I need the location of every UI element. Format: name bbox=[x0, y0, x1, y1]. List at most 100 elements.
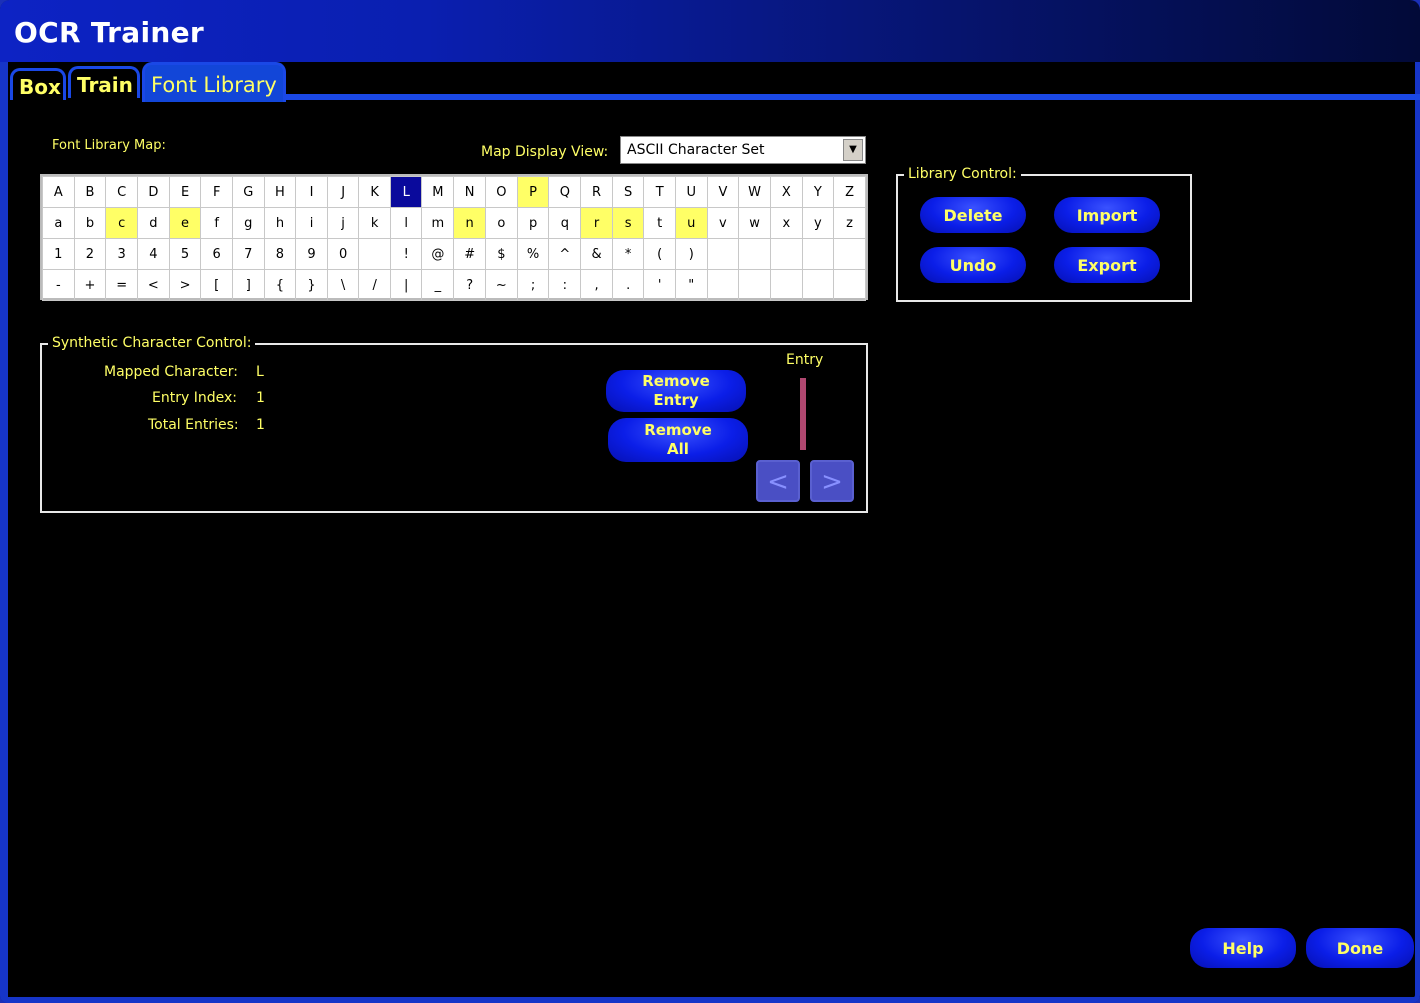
char-map-cell[interactable]: B bbox=[73, 176, 107, 208]
char-map-cell[interactable]: M bbox=[421, 176, 455, 208]
char-map-cell[interactable] bbox=[706, 238, 740, 270]
char-map-cell[interactable]: & bbox=[580, 238, 613, 270]
char-map-cell[interactable]: X bbox=[770, 176, 803, 208]
char-map-cell[interactable]: * bbox=[611, 238, 645, 270]
import-button[interactable]: Import bbox=[1054, 197, 1160, 233]
char-map-cell[interactable]: s bbox=[611, 207, 645, 239]
char-map-cell[interactable]: w bbox=[738, 207, 771, 239]
char-map-cell[interactable]: e bbox=[168, 207, 202, 239]
char-map-cell[interactable]: F bbox=[200, 176, 233, 208]
tab-train[interactable]: Train bbox=[68, 66, 140, 98]
char-map-cell[interactable]: % bbox=[516, 238, 550, 270]
char-map-cell[interactable]: G bbox=[231, 176, 265, 208]
map-display-view-select[interactable]: ASCII Character Set ▼ bbox=[620, 136, 866, 164]
char-map-cell[interactable]: 4 bbox=[137, 238, 170, 270]
char-map-cell[interactable]: S bbox=[611, 176, 645, 208]
char-map-cell[interactable]: I bbox=[295, 176, 328, 208]
char-map-cell[interactable] bbox=[738, 238, 771, 270]
char-map-cell[interactable]: R bbox=[580, 176, 613, 208]
previous-entry-button[interactable]: < bbox=[756, 460, 800, 502]
remove-all-button[interactable]: Remove All bbox=[608, 418, 748, 462]
char-map-cell[interactable]: W bbox=[738, 176, 771, 208]
char-map-cell[interactable]: D bbox=[137, 176, 170, 208]
char-map-cell[interactable]: : bbox=[548, 269, 582, 301]
char-map-cell[interactable]: [ bbox=[200, 269, 233, 301]
char-map-cell[interactable]: $ bbox=[485, 238, 518, 270]
export-button[interactable]: Export bbox=[1054, 247, 1160, 283]
char-map-cell[interactable]: ( bbox=[643, 238, 676, 270]
char-map-cell[interactable]: Y bbox=[801, 176, 835, 208]
char-map-cell[interactable]: " bbox=[674, 269, 708, 301]
char-map-cell[interactable]: b bbox=[73, 207, 107, 239]
char-map-cell[interactable]: K bbox=[358, 176, 391, 208]
char-map-cell[interactable] bbox=[706, 269, 740, 301]
char-map-cell[interactable]: d bbox=[137, 207, 170, 239]
char-map-cell[interactable]: q bbox=[548, 207, 582, 239]
delete-button[interactable]: Delete bbox=[920, 197, 1026, 233]
char-map-cell[interactable]: m bbox=[421, 207, 455, 239]
char-map-cell[interactable]: t bbox=[643, 207, 676, 239]
char-map-cell[interactable]: ; bbox=[516, 269, 550, 301]
char-map-cell[interactable]: 7 bbox=[231, 238, 265, 270]
char-map-cell[interactable]: + bbox=[73, 269, 107, 301]
char-map-cell[interactable]: 6 bbox=[200, 238, 233, 270]
char-map-cell[interactable]: v bbox=[706, 207, 740, 239]
char-map-cell[interactable]: 5 bbox=[168, 238, 202, 270]
remove-entry-button[interactable]: Remove Entry bbox=[606, 370, 746, 412]
char-map-cell[interactable] bbox=[358, 238, 391, 270]
char-map-cell[interactable]: o bbox=[485, 207, 518, 239]
char-map-cell[interactable]: 8 bbox=[263, 238, 297, 270]
help-button[interactable]: Help bbox=[1190, 928, 1296, 968]
char-map-cell[interactable] bbox=[801, 269, 835, 301]
char-map-cell[interactable]: C bbox=[105, 176, 138, 208]
char-map-cell[interactable]: ! bbox=[389, 238, 423, 270]
char-map-cell[interactable]: > bbox=[168, 269, 202, 301]
char-map-cell[interactable]: H bbox=[263, 176, 297, 208]
char-map-cell[interactable]: 3 bbox=[105, 238, 138, 270]
char-map-cell[interactable]: i bbox=[295, 207, 328, 239]
char-map-cell[interactable]: g bbox=[231, 207, 265, 239]
char-map-cell[interactable]: @ bbox=[421, 238, 455, 270]
char-map-cell[interactable]: 2 bbox=[73, 238, 107, 270]
done-button[interactable]: Done bbox=[1306, 928, 1414, 968]
char-map-cell[interactable]: h bbox=[263, 207, 297, 239]
char-map-cell[interactable]: ] bbox=[231, 269, 265, 301]
char-map-cell[interactable]: _ bbox=[421, 269, 455, 301]
char-map-cell[interactable]: 1 bbox=[42, 238, 75, 270]
char-map-cell[interactable] bbox=[770, 238, 803, 270]
char-map-cell[interactable]: E bbox=[168, 176, 202, 208]
char-map-cell[interactable]: ^ bbox=[548, 238, 582, 270]
char-map-cell[interactable]: A bbox=[42, 176, 75, 208]
char-map-cell[interactable]: / bbox=[358, 269, 391, 301]
tab-box[interactable]: Box bbox=[10, 68, 66, 100]
char-map-cell[interactable] bbox=[738, 269, 771, 301]
char-map-cell[interactable]: N bbox=[453, 176, 486, 208]
char-map-cell[interactable] bbox=[801, 238, 835, 270]
char-map-cell[interactable]: < bbox=[137, 269, 170, 301]
char-map-cell[interactable]: j bbox=[326, 207, 360, 239]
char-map-cell[interactable] bbox=[833, 238, 866, 270]
char-map-cell[interactable]: L bbox=[389, 176, 423, 208]
char-map-cell[interactable]: y bbox=[801, 207, 835, 239]
char-map-cell[interactable]: l bbox=[389, 207, 423, 239]
undo-button[interactable]: Undo bbox=[920, 247, 1026, 283]
char-map-cell[interactable]: k bbox=[358, 207, 391, 239]
char-map-cell[interactable]: ? bbox=[453, 269, 486, 301]
char-map-cell[interactable]: } bbox=[295, 269, 328, 301]
char-map-cell[interactable]: z bbox=[833, 207, 866, 239]
char-map-cell[interactable] bbox=[833, 269, 866, 301]
tab-font-library[interactable]: Font Library bbox=[142, 62, 286, 102]
char-map-cell[interactable]: , bbox=[580, 269, 613, 301]
char-map-cell[interactable]: Z bbox=[833, 176, 866, 208]
char-map-cell[interactable]: a bbox=[42, 207, 75, 239]
char-map-cell[interactable]: r bbox=[580, 207, 613, 239]
char-map-cell[interactable]: u bbox=[674, 207, 708, 239]
char-map-cell[interactable]: P bbox=[516, 176, 550, 208]
char-map-cell[interactable]: n bbox=[453, 207, 486, 239]
char-map-cell[interactable]: O bbox=[485, 176, 518, 208]
char-map-cell[interactable] bbox=[770, 269, 803, 301]
char-map-cell[interactable]: U bbox=[674, 176, 708, 208]
char-map-cell[interactable]: 0 bbox=[326, 238, 360, 270]
next-entry-button[interactable]: > bbox=[810, 460, 854, 502]
char-map-cell[interactable]: J bbox=[326, 176, 360, 208]
